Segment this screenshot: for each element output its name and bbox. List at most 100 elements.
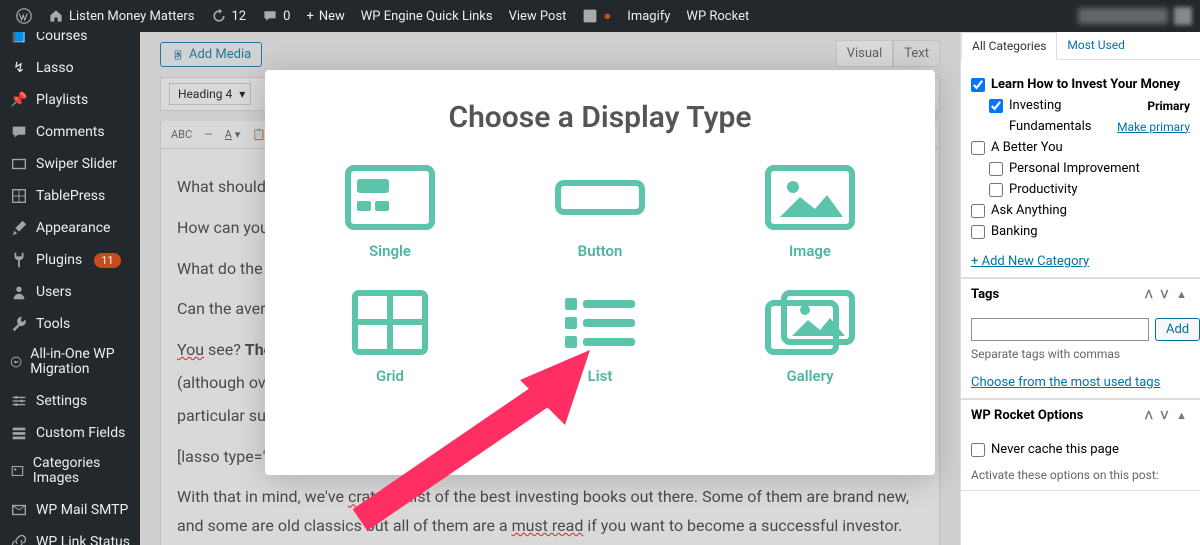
tab-text[interactable]: Text (893, 40, 940, 67)
category-row[interactable]: Ask Anything (971, 200, 1190, 221)
add-tag-button[interactable]: Add (1155, 318, 1200, 341)
yoast-item[interactable]: ● (574, 8, 619, 24)
wprocket-link[interactable]: WP Rocket (678, 9, 757, 24)
comments-item[interactable]: 0 (254, 8, 298, 24)
refresh-icon (211, 8, 227, 24)
panel-toggle-icon[interactable]: ▲ (1173, 409, 1190, 422)
sidebar-item-swiper[interactable]: Swiper Slider (0, 148, 140, 180)
view-post-link[interactable]: View Post (501, 9, 575, 24)
category-row[interactable]: Productivity (989, 179, 1190, 200)
sidebar-item-cat-images[interactable]: Categories Images (0, 449, 140, 494)
editor-line: With that in mind, we've crated a list o… (177, 483, 923, 541)
primary-label: Primary (1147, 99, 1190, 113)
home-icon (48, 8, 64, 24)
brush-icon (10, 219, 28, 237)
sidebar-item-playlists[interactable]: 📌Playlists (0, 84, 140, 116)
display-type-label: Image (789, 242, 831, 260)
sidebar-item-aio-migration[interactable]: All-in-One WP Migration (0, 340, 140, 385)
display-type-grid[interactable]: Grid (345, 290, 435, 385)
make-primary-link[interactable]: Make primary (1117, 120, 1190, 134)
right-sidebar: All Categories Most Used Learn How to In… (960, 32, 1200, 545)
tags-title: Tags (971, 287, 999, 302)
sidebar-item-label: Playlists (36, 92, 88, 108)
imagify-link[interactable]: Imagify (619, 9, 678, 24)
panel-up-icon[interactable]: ᐱ (1142, 288, 1156, 301)
category-checkbox[interactable] (971, 78, 985, 92)
add-media-button[interactable]: Add Media (160, 42, 262, 67)
sidebar-item-label: All-in-One WP Migration (30, 347, 130, 378)
sidebar-item-label: Users (36, 284, 72, 300)
display-type-gallery[interactable]: Gallery (765, 290, 855, 385)
hr-button[interactable]: — (202, 126, 215, 143)
sidebar-item-users[interactable]: Users (0, 276, 140, 308)
wprocket-title: WP Rocket Options (971, 408, 1083, 423)
category-checkbox[interactable] (989, 183, 1003, 197)
sidebar-item-plugins[interactable]: Plugins11 (0, 244, 140, 276)
category-row[interactable]: InvestingPrimary (989, 95, 1190, 116)
display-type-image[interactable]: Image (765, 165, 855, 260)
new-item[interactable]: +New (298, 9, 352, 24)
display-type-single[interactable]: Single (345, 165, 435, 260)
categories-panel: All Categories Most Used Learn How to In… (961, 32, 1200, 278)
sidebar-item-link-status[interactable]: WP Link Status (0, 526, 140, 545)
abc-button[interactable]: ABC (169, 126, 194, 143)
category-checkbox[interactable] (989, 99, 1003, 113)
sidebar-item-custom-fields[interactable]: Custom Fields (0, 417, 140, 449)
sidebar-item-comments[interactable]: Comments (0, 116, 140, 148)
image-icon (765, 165, 855, 230)
tags-input[interactable] (971, 318, 1149, 341)
list-icon (555, 290, 645, 355)
sidebar-item-label: Appearance (36, 220, 110, 236)
mail-icon (10, 501, 28, 519)
category-row[interactable]: Learn How to Invest Your Money (971, 74, 1190, 95)
tab-all-categories[interactable]: All Categories (961, 32, 1057, 60)
tab-visual[interactable]: Visual (836, 40, 894, 67)
category-checkbox[interactable] (971, 141, 985, 155)
refresh-item[interactable]: 12 (203, 8, 255, 24)
panel-down-icon[interactable]: ᐯ (1158, 288, 1172, 301)
gallery-icon (765, 290, 855, 355)
plugins-badge: 11 (94, 253, 120, 268)
sidebar-item-tablepress[interactable]: TablePress (0, 180, 140, 212)
category-row[interactable]: Personal Improvement (989, 158, 1190, 179)
tab-most-used[interactable]: Most Used (1057, 32, 1135, 59)
never-cache-row[interactable]: Never cache this page (971, 439, 1190, 460)
display-type-label: Gallery (786, 367, 833, 385)
sidebar-item-lasso[interactable]: ↯Lasso (0, 52, 140, 84)
plugin-icon (10, 251, 28, 269)
display-type-button[interactable]: Button (555, 165, 645, 260)
category-row[interactable]: FundamentalsMake primary (989, 116, 1190, 137)
sidebar-item-appearance[interactable]: Appearance (0, 212, 140, 244)
image-icon (10, 462, 25, 480)
sidebar-item-label: Swiper Slider (36, 156, 117, 172)
sidebar-item-courses[interactable]: 📘Courses (0, 32, 140, 52)
panel-up-icon[interactable]: ᐱ (1142, 409, 1156, 422)
dot-icon: ● (603, 8, 611, 24)
wp-engine-link[interactable]: WP Engine Quick Links (353, 9, 501, 24)
category-label: Learn How to Invest Your Money (991, 77, 1180, 92)
sidebar-item-label: Comments (36, 124, 105, 140)
panel-down-icon[interactable]: ᐯ (1158, 409, 1172, 422)
category-row[interactable]: Banking (971, 221, 1190, 242)
category-row[interactable]: A Better You (971, 137, 1190, 158)
panel-toggle-icon[interactable]: ▲ (1173, 288, 1190, 301)
sidebar-item-settings[interactable]: Settings (0, 385, 140, 417)
wp-logo[interactable] (8, 8, 40, 24)
choose-tags-link[interactable]: Choose from the most used tags (971, 375, 1190, 390)
username-blurred (1078, 8, 1168, 24)
slider-icon (10, 155, 28, 173)
format-select[interactable]: Heading 4 (169, 83, 251, 105)
category-checkbox[interactable] (971, 204, 985, 218)
display-type-list[interactable]: List (555, 290, 645, 385)
textcolor-button[interactable]: A ▾ (223, 126, 242, 143)
migration-icon (10, 353, 22, 371)
category-checkbox[interactable] (971, 225, 985, 239)
never-cache-checkbox[interactable] (971, 443, 985, 457)
site-title-link[interactable]: Listen Money Matters (40, 8, 203, 24)
sidebar-item-wpmail[interactable]: WP Mail SMTP (0, 494, 140, 526)
add-category-link[interactable]: + Add New Category (971, 254, 1190, 269)
fields-icon (10, 424, 28, 442)
sidebar-item-tools[interactable]: Tools (0, 308, 140, 340)
category-checkbox[interactable] (989, 162, 1003, 176)
admin-bar-user[interactable] (1078, 7, 1192, 25)
